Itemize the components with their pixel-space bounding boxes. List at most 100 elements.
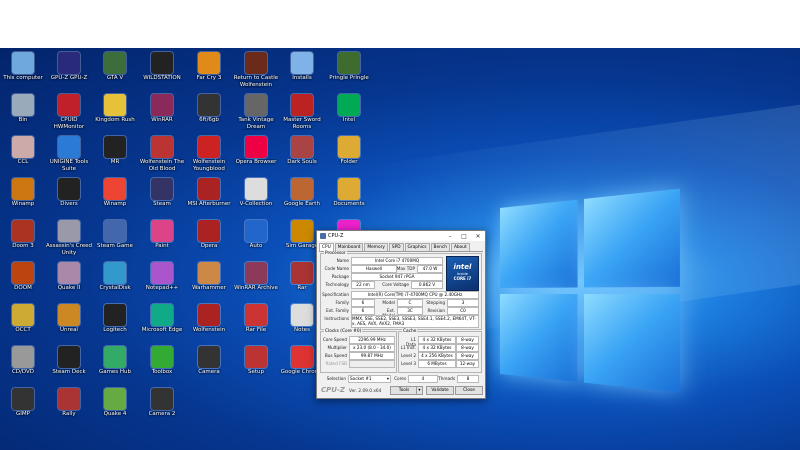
desktop-icon[interactable]: GTA V [92,52,138,82]
desktop-icon[interactable]: Far Cry 3 [186,52,232,82]
desktop-icon[interactable]: Kingdom Rush [92,94,138,124]
technology-value: 22 nm [351,281,375,289]
desktop-icon[interactable]: Toolbox [139,346,185,376]
desktop-icon[interactable]: Wolfenstein [186,304,232,334]
desktop-icon[interactable]: Quake II [46,262,92,292]
desktop-icon[interactable]: Unreal [46,304,92,334]
desktop-icon[interactable]: UNIGINE Tools Suite [46,136,92,172]
desktop-icon[interactable]: DOOM [0,262,46,292]
desktop-icon[interactable]: Opera [186,220,232,250]
desktop-icon-label: Intel [342,117,356,123]
folder-icon [338,136,360,158]
desktop-icon[interactable]: WinRAR Archive [233,262,279,292]
rar2-icon [291,262,313,284]
desktop-icon[interactable]: Auto [233,220,279,250]
desktop-icon[interactable]: Google Earth [279,178,325,208]
desktop-icon[interactable]: OCCT [0,304,46,334]
cache-group-title: Cache [402,329,418,334]
desktop-icon[interactable]: Return to Castle Wolfenstein Single... [233,52,279,88]
desktop-icon[interactable]: Rally [46,388,92,418]
tab-bench[interactable]: Bench [430,243,450,251]
desktop-icon[interactable]: Bin [0,94,46,124]
desktop-icon[interactable]: Steam Deck [46,346,92,376]
l1d-value: 4 x 32 KBytes [418,336,456,344]
desktop-icon[interactable]: CrystalDisk [92,262,138,292]
desktop-icon[interactable]: Quake 4 [92,388,138,418]
close-button[interactable]: Close [455,386,483,395]
desktop-icon[interactable]: Folder [326,136,372,166]
tab-graphics[interactable]: Graphics [404,243,430,251]
desktop-icon[interactable]: 6ft/6gb [186,94,232,124]
core-i7-text: CORE i7 [453,276,472,281]
corespeed-value: 2296.99 MHz [349,336,395,344]
desktop-icon[interactable]: Pringle Pringle [326,52,372,82]
desktop-icon[interactable]: This computer [0,52,46,82]
desktop-icon[interactable]: CPUID HWMonitor [46,94,92,130]
desktop-icon[interactable]: Paint [139,220,185,250]
desktop-icon[interactable]: V-Collection [233,178,279,208]
desktop-icon[interactable]: Winamp [0,178,46,208]
desktop-icon[interactable]: Doom 3 [0,220,46,250]
tools-button[interactable]: Tools [390,386,418,395]
desktop-icon[interactable]: Notepad++ [139,262,185,292]
selection-dropdown[interactable]: Socket #1 ▾ [348,375,391,383]
maxtdp-label: Max TDP [396,266,415,271]
desktop-icon[interactable]: Divers [46,178,92,208]
desktop-icon[interactable]: WinRAR [139,94,185,124]
tools-dropdown-arrow[interactable]: ▾ [416,386,423,395]
edge-icon [151,304,173,326]
kr-icon [104,94,126,116]
desktop-icon[interactable]: Steam Game [92,220,138,250]
desktop-icon[interactable]: Rar File [233,304,279,334]
tab-mainboard[interactable]: Mainboard [334,243,364,251]
desktop-icon-label: Quake 4 [103,411,127,417]
family-label: Family [335,300,349,305]
desktop-icon[interactable]: GPU-Z GPU-Z [46,52,92,82]
tab-about[interactable]: About [450,243,470,251]
validate-button[interactable]: Validate [426,386,454,395]
desktop-icon[interactable]: Assassin's Creed Unity [46,220,92,256]
tab-memory[interactable]: Memory [364,243,388,251]
desktop-icon[interactable]: MR [92,136,138,166]
desktop-icon[interactable]: Warhammer [186,262,232,292]
wolf2-icon [151,136,173,158]
desktop-icon[interactable]: CCL [0,136,46,166]
desktop-icon[interactable]: Intel [326,94,372,124]
desktop-icon-label: Rar File [245,327,267,333]
desktop-icon[interactable]: Master Sword Rooms [279,94,325,130]
occt-icon [12,304,34,326]
desktop-icon[interactable]: CD/DVD [0,346,46,376]
cpuz-window[interactable]: CPU-Z – □ ✕ CPU Mainboard Memory SPD Graphic… [316,230,486,399]
intel-core-i7-badge: intel inside CORE i7 [446,256,479,291]
maximize-icon[interactable]: □ [457,233,471,240]
cpuz-titlebar[interactable]: CPU-Z – □ ✕ [317,231,485,241]
desktop-icon[interactable]: Installs [279,52,325,82]
desktop-icon[interactable]: Documents [326,178,372,208]
desktop-icon[interactable]: Camera [186,346,232,376]
desktop-icon[interactable]: Wolfenstein The Old Blood [139,136,185,172]
multiplier-value: x 23.0 (8.0 - 34.0) [349,344,395,352]
ms-icon [291,94,313,116]
tab-cpu[interactable]: CPU [319,243,334,251]
desktop-icon[interactable]: Tank Vintage Dream Machines [233,94,279,130]
ds-icon [291,136,313,158]
desktop-icon[interactable]: Winamp [92,178,138,208]
desktop-icon[interactable]: WILDSTATION [139,52,185,82]
winamp2-icon [104,178,126,200]
desktop-icon[interactable]: Camera 2 [139,388,185,418]
desktop-icon-label: DOOM [14,285,32,291]
close-icon[interactable]: ✕ [471,233,485,240]
desktop-icon[interactable]: Setup [233,346,279,376]
desktop-icon[interactable]: Dark Souls [279,136,325,166]
minimize-icon[interactable]: – [443,233,457,240]
desktop-icon[interactable]: Games Hub [92,346,138,376]
desktop-icon[interactable]: Wolfenstein Youngblood [186,136,232,172]
desktop-icon[interactable]: Steam [139,178,185,208]
desktop-icon[interactable]: Logitech [92,304,138,334]
desktop-icon-label: GPU-Z GPU-Z [50,75,88,81]
tab-spd[interactable]: SPD [388,243,404,251]
desktop-icon[interactable]: MSI Afterburner [186,178,232,208]
desktop-icon[interactable]: Opera Browser [233,136,279,166]
desktop-icon[interactable]: GIMP [0,388,46,418]
desktop-icon[interactable]: Microsoft Edge [139,304,185,334]
